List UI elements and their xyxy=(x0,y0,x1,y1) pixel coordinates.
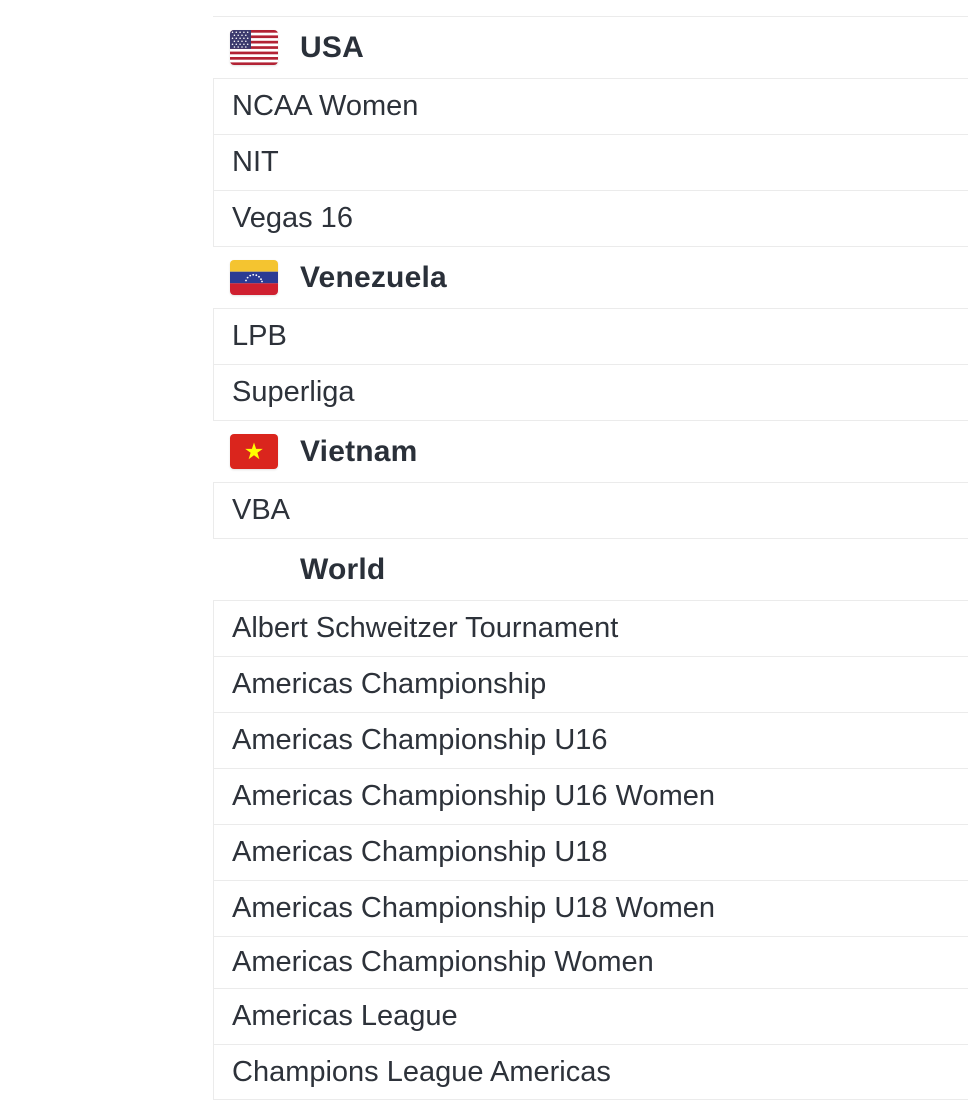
competition-item[interactable]: Champions League Americas xyxy=(213,1044,968,1100)
group-header-usa: USA xyxy=(213,16,968,78)
venezuela-flag-icon xyxy=(230,260,278,295)
competition-item[interactable]: LPB xyxy=(213,308,968,364)
competition-item[interactable]: Americas Championship U16 Women xyxy=(213,768,968,824)
competition-item[interactable]: Americas Championship U18 Women xyxy=(213,880,968,936)
group-header-vietnam: Vietnam xyxy=(213,420,968,482)
group-header-world: World xyxy=(213,538,968,600)
world-flag-placeholder xyxy=(230,552,278,587)
competition-item[interactable]: VBA xyxy=(213,482,968,538)
competition-item[interactable]: Americas League xyxy=(213,988,968,1044)
group-title: World xyxy=(300,552,386,586)
vietnam-flag-icon xyxy=(230,434,278,469)
us-flag-icon xyxy=(230,30,278,65)
group-title: Venezuela xyxy=(300,260,447,294)
competition-item[interactable]: NCAA Women xyxy=(213,78,968,134)
competition-item[interactable]: Vegas 16 xyxy=(213,190,968,246)
competition-item[interactable]: Americas Championship U16 xyxy=(213,712,968,768)
competition-item[interactable]: Albert Schweitzer Tournament xyxy=(213,600,968,656)
competition-list: USA NCAA Women NIT Vegas 16 Venezuela LP… xyxy=(213,16,968,1100)
competition-item[interactable]: Americas Championship Women xyxy=(213,936,968,988)
group-title: Vietnam xyxy=(300,434,418,468)
group-title: USA xyxy=(300,30,364,64)
competition-item[interactable]: Americas Championship U18 xyxy=(213,824,968,880)
competition-item[interactable]: Americas Championship xyxy=(213,656,968,712)
competition-item[interactable]: Superliga xyxy=(213,364,968,420)
group-header-venezuela: Venezuela xyxy=(213,246,968,308)
competition-item[interactable]: NIT xyxy=(213,134,968,190)
